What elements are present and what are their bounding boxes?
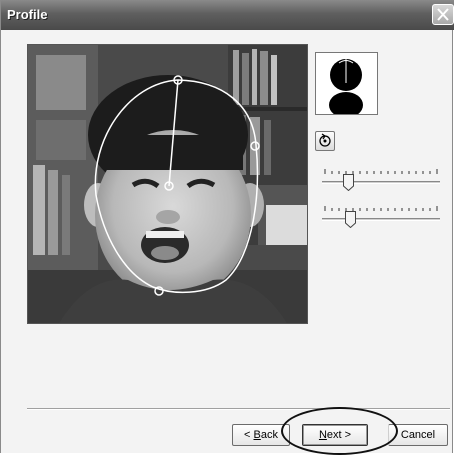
- back-label-rest: ack: [260, 429, 278, 441]
- head-silhouette-icon: [329, 59, 363, 118]
- back-prefix: <: [244, 429, 254, 441]
- face-photo[interactable]: [27, 44, 308, 324]
- profile-preview: [315, 52, 378, 118]
- slider-thumb[interactable]: [345, 211, 356, 228]
- button-separator: [27, 408, 450, 410]
- height-slider[interactable]: [322, 206, 440, 230]
- close-icon: [437, 8, 449, 21]
- title-bar: Profile: [1, 0, 454, 30]
- rotate-button[interactable]: [315, 131, 335, 151]
- cancel-button[interactable]: Cancel: [388, 424, 448, 446]
- back-access-key: B: [253, 429, 261, 441]
- profile-dialog: Profile < Back Next > Cancel: [0, 0, 454, 455]
- slider-ticks: [324, 169, 438, 174]
- next-access-key: N: [318, 429, 327, 441]
- slider-track: [322, 218, 440, 221]
- close-button[interactable]: [432, 4, 454, 25]
- slider-track: [322, 181, 440, 184]
- width-slider[interactable]: [322, 169, 440, 193]
- next-button[interactable]: Next >: [302, 424, 368, 446]
- cancel-label: Cancel: [400, 429, 436, 441]
- next-label-rest: ext >: [326, 429, 352, 441]
- back-button[interactable]: < Back: [232, 424, 290, 446]
- slider-thumb[interactable]: [343, 174, 354, 191]
- window-title: Profile: [7, 7, 48, 22]
- photo-canvas: [28, 45, 307, 323]
- rotate-icon: [319, 133, 331, 147]
- slider-ticks: [324, 206, 438, 211]
